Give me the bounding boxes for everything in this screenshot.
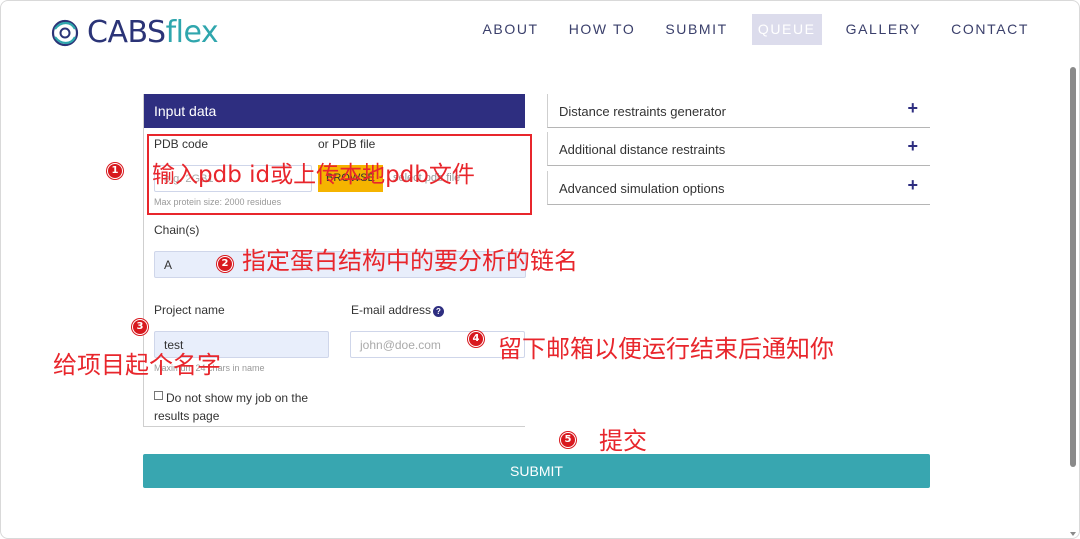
project-name-label: Project name: [154, 303, 225, 317]
nav-about[interactable]: ABOUT: [476, 14, 544, 45]
hide-job-label: Do not show my job on the results page: [154, 391, 309, 423]
annotation-text-3: 给项目起个名字: [53, 351, 221, 379]
submit-button[interactable]: SUBMIT: [143, 454, 930, 488]
scroll-down-icon[interactable]: [1070, 532, 1076, 536]
annotation-badge-3: 3: [132, 319, 148, 335]
accordion-label: Advanced simulation options: [559, 181, 725, 196]
main-nav: ABOUT HOW TO SUBMIT QUEUE GALLERY CONTAC…: [458, 14, 1035, 45]
email-label: E-mail address: [351, 303, 432, 317]
panel-title: Input data: [144, 94, 525, 128]
logo-text: CABSflex: [87, 15, 219, 50]
nav-gallery[interactable]: GALLERY: [840, 14, 928, 45]
page-scrollbar[interactable]: [1067, 61, 1079, 538]
annotation-text-4: 留下邮箱以便运行结束后通知你: [498, 335, 834, 363]
scrollbar-thumb[interactable]: [1070, 67, 1076, 467]
cabsflex-logo[interactable]: CABSflex: [49, 15, 219, 51]
annotation-text-5: 提交: [599, 427, 647, 455]
accordion-distance-restraints-generator[interactable]: Distance restraints generator +: [547, 94, 930, 128]
expand-plus-icon: +: [907, 175, 918, 195]
annotation-text-1: 输入pdb id或上传本地pdb文件: [152, 162, 475, 188]
logo-mark-icon: [51, 19, 79, 47]
nav-submit[interactable]: SUBMIT: [659, 14, 734, 45]
annotation-badge-2: 2: [217, 256, 233, 272]
nav-queue[interactable]: QUEUE: [751, 14, 822, 45]
nav-how-to[interactable]: HOW TO: [563, 14, 642, 45]
annotation-text-2: 指定蛋白结构中的要分析的链名: [242, 247, 578, 275]
expand-plus-icon: +: [907, 136, 918, 156]
nav-contact[interactable]: CONTACT: [945, 14, 1035, 45]
accordion-label: Distance restraints generator: [559, 104, 726, 119]
accordion-advanced-simulation-options[interactable]: Advanced simulation options +: [547, 171, 930, 205]
expand-plus-icon: +: [907, 98, 918, 118]
chain-label: Chain(s): [154, 223, 200, 237]
help-icon[interactable]: ?: [433, 306, 444, 317]
accordion-additional-distance-restraints[interactable]: Additional distance restraints +: [547, 132, 930, 166]
browser-viewport: CABSflex ABOUT HOW TO SUBMIT QUEUE GALLE…: [0, 0, 1080, 539]
annotation-badge-5: 5: [560, 432, 576, 448]
annotation-badge-1: 1: [107, 163, 123, 179]
annotation-badge-4: 4: [468, 331, 484, 347]
accordion-label: Additional distance restraints: [559, 142, 726, 157]
